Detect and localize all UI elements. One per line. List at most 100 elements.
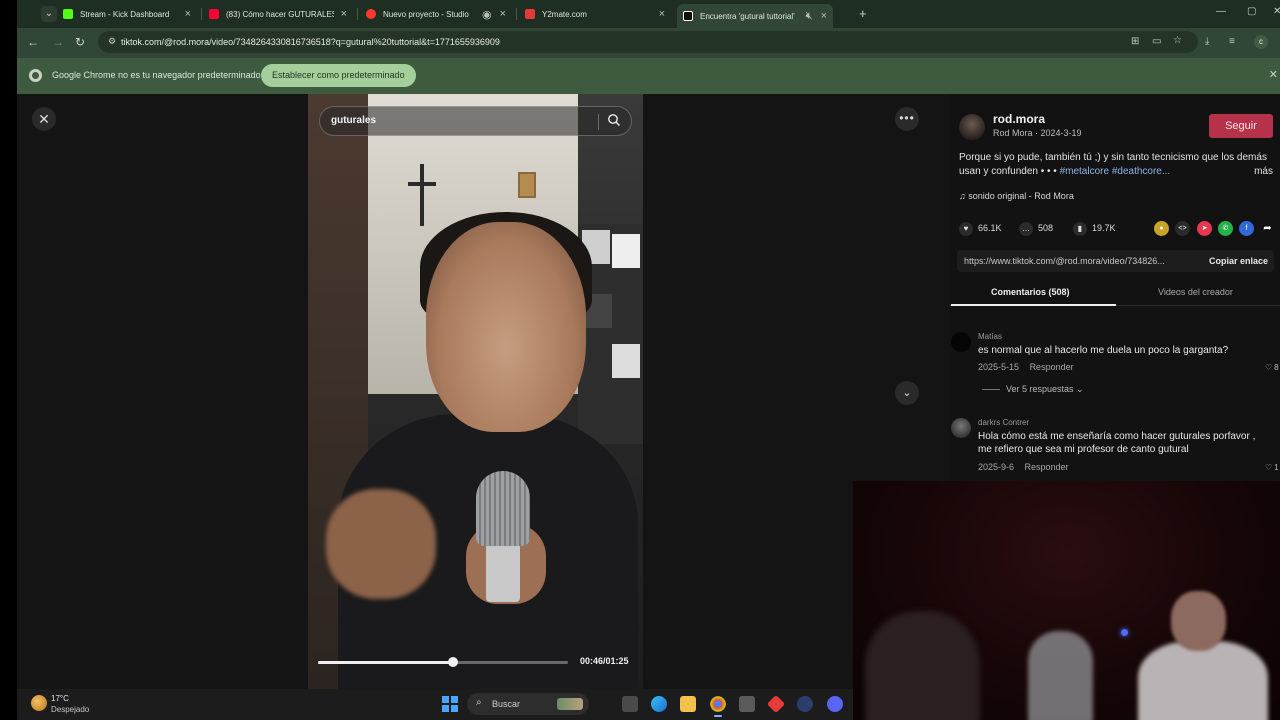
studio-favicon-icon — [366, 9, 376, 19]
cast-icon[interactable]: ▭ — [1152, 36, 1161, 47]
commenter-name[interactable]: darkrs Contrer — [978, 418, 1029, 427]
profile-avatar[interactable]: c — [1254, 35, 1268, 49]
file-explorer-icon[interactable] — [680, 696, 696, 712]
more-options-icon[interactable]: ••• — [895, 107, 919, 131]
heart-icon: ♥ — [959, 222, 973, 236]
share-arrow-icon[interactable]: ➦ — [1260, 221, 1275, 236]
tab-tiktok-active[interactable]: Encuentra 'gutural tuttorial' 🔇︎ × — [677, 4, 833, 28]
tab-separator — [201, 8, 202, 20]
comment-like-icon[interactable]: ♡ 1 — [1265, 463, 1279, 472]
video-player[interactable]: guturales 00:46/01:25 — [308, 94, 643, 689]
music-row[interactable]: ♫ sonido original - Rod Mora — [959, 191, 1074, 201]
webcam-chair — [1028, 631, 1093, 720]
next-video-chevron-icon[interactable]: ⌄ — [895, 381, 919, 405]
mute-icon[interactable]: 🔇︎ — [806, 10, 813, 23]
embed-code-icon[interactable]: <> — [1175, 221, 1190, 236]
author-username[interactable]: rod.mora — [993, 112, 1045, 126]
red-diamond-app-icon[interactable] — [766, 694, 786, 714]
crucifix — [420, 164, 424, 226]
close-icon[interactable]: × — [341, 8, 347, 20]
comment-button[interactable]: … 508 — [1019, 222, 1053, 236]
infobar-message: Google Chrome no es tu navegador predete… — [52, 70, 261, 80]
facebook-icon[interactable]: f — [1239, 221, 1254, 236]
forward-arrow-icon[interactable]: → — [52, 35, 64, 49]
author-card: rod.mora Rod Mora · 2024-3-19 Seguir Por… — [949, 102, 1280, 203]
windows-taskbar: 17°C Despejado ⌕ Buscar — [17, 689, 853, 720]
tab-comments[interactable]: Comentarios (508) — [991, 287, 1070, 297]
like-button[interactable]: ♥ 66.1K — [959, 222, 1002, 236]
tab-title: Y2mate.com — [542, 9, 587, 19]
store-icon[interactable] — [739, 696, 755, 712]
follow-button[interactable]: Seguir — [1209, 114, 1273, 138]
close-icon[interactable]: × — [500, 8, 506, 20]
set-default-button[interactable]: Establecer como predeterminado — [261, 64, 416, 87]
site-settings-icon[interactable]: ⚙ — [108, 36, 118, 46]
video-progress-bar[interactable] — [318, 657, 568, 667]
webcam-blue-light — [1121, 629, 1128, 636]
url-text: tiktok.com/@rod.mora/video/7348264330816… — [121, 37, 500, 47]
weather-icon[interactable] — [31, 695, 47, 711]
comment-date: 2025-5-15 — [978, 362, 1020, 372]
tab-youtube-guturales[interactable]: (83) Cómo hacer GUTURALES / ... × — [203, 4, 353, 24]
tab-y2mate[interactable]: Y2mate.com × — [519, 4, 671, 24]
more-link[interactable]: más — [1254, 165, 1273, 179]
download-icon[interactable]: ⤓ — [1205, 36, 1209, 47]
obs-icon[interactable] — [797, 696, 813, 712]
edge-icon[interactable] — [651, 696, 667, 712]
progress-knob[interactable] — [448, 657, 458, 667]
reply-button[interactable]: Responder — [1025, 462, 1069, 472]
tab-nuevo-proyecto[interactable]: Nuevo proyecto - Studio ◉ × — [360, 4, 512, 24]
like-count: 66.1K — [978, 223, 1002, 233]
view-replies-button[interactable]: Ver 5 respuestas ⌄ — [982, 384, 1084, 395]
minimize-icon[interactable]: — — [1216, 6, 1226, 17]
reply-button[interactable]: Responder — [1030, 362, 1074, 372]
comment-count: 508 — [1038, 223, 1054, 233]
comment-text: Hola cómo está me enseñaría como hacer g… — [978, 431, 1256, 455]
commenter-avatar[interactable] — [951, 418, 971, 438]
close-video-icon[interactable]: ✕ — [32, 107, 56, 131]
infobar-close-icon[interactable]: ✕ — [1269, 68, 1278, 81]
commenter-name[interactable]: Matías — [978, 332, 1002, 341]
search-icon[interactable] — [607, 113, 621, 127]
new-tab-plus-icon[interactable]: + — [859, 6, 867, 21]
chrome-taskbar-icon[interactable] — [710, 696, 726, 717]
address-bar[interactable]: ⚙ tiktok.com/@rod.mora/video/73482643308… — [98, 31, 1198, 53]
tab-kick-dashboard[interactable]: Stream - Kick Dashboard × — [57, 4, 197, 24]
back-arrow-icon[interactable]: ← — [27, 35, 39, 49]
comment-date: 2025-9-6 — [978, 462, 1015, 472]
microphone-body — [486, 542, 520, 602]
bookmark-star-icon[interactable]: ☆ — [1173, 35, 1182, 46]
commenter-avatar[interactable] — [951, 332, 971, 352]
reload-icon[interactable]: ↻ — [75, 35, 85, 49]
tab-search-chevron-icon[interactable]: ⌄ — [41, 6, 57, 22]
maximize-icon[interactable]: ▢ — [1247, 6, 1256, 17]
task-view-icon[interactable] — [622, 696, 638, 712]
media-control-icon[interactable]: ≡ — [1229, 36, 1235, 47]
chevron-down-icon: ⌄ — [1076, 384, 1084, 394]
send-to-friend-icon[interactable]: ➤ — [1197, 221, 1212, 236]
tab-title: Stream - Kick Dashboard — [80, 9, 170, 19]
discord-icon[interactable] — [827, 696, 843, 712]
taskbar-search[interactable]: ⌕ Buscar — [467, 693, 589, 715]
close-icon[interactable]: × — [659, 8, 665, 20]
comment-meta: 2025-9-6 Responder — [978, 462, 1077, 472]
whatsapp-icon[interactable]: ✆ — [1218, 221, 1233, 236]
translate-icon[interactable]: ⊞ — [1131, 36, 1139, 47]
hashtags[interactable]: #metalcore #deathcore... — [1060, 166, 1171, 177]
author-avatar[interactable] — [959, 114, 985, 140]
save-button[interactable]: ▮ 19.7K — [1073, 222, 1116, 236]
taskbar-search-label: Buscar — [492, 699, 521, 709]
comment-item: darkrs Contrer Hola cómo está me enseñar… — [949, 418, 1280, 478]
windows-start-icon[interactable] — [442, 696, 458, 712]
copy-link-button[interactable]: Copiar enlace — [1209, 256, 1268, 266]
tiktok-favicon-icon — [683, 11, 693, 21]
close-icon[interactable]: × — [821, 10, 827, 22]
tab-creator-videos[interactable]: Videos del creador — [1158, 287, 1233, 297]
window-close-icon[interactable]: ✕ — [1273, 6, 1280, 17]
comment-like-icon[interactable]: ♡ 8 — [1265, 363, 1279, 372]
chrome-logo-icon — [29, 69, 42, 82]
video-search-bar[interactable]: guturales — [319, 106, 632, 136]
repost-icon[interactable]: ● — [1154, 221, 1169, 236]
close-icon[interactable]: × — [185, 8, 191, 20]
comment-like-count: 1 — [1274, 463, 1279, 472]
